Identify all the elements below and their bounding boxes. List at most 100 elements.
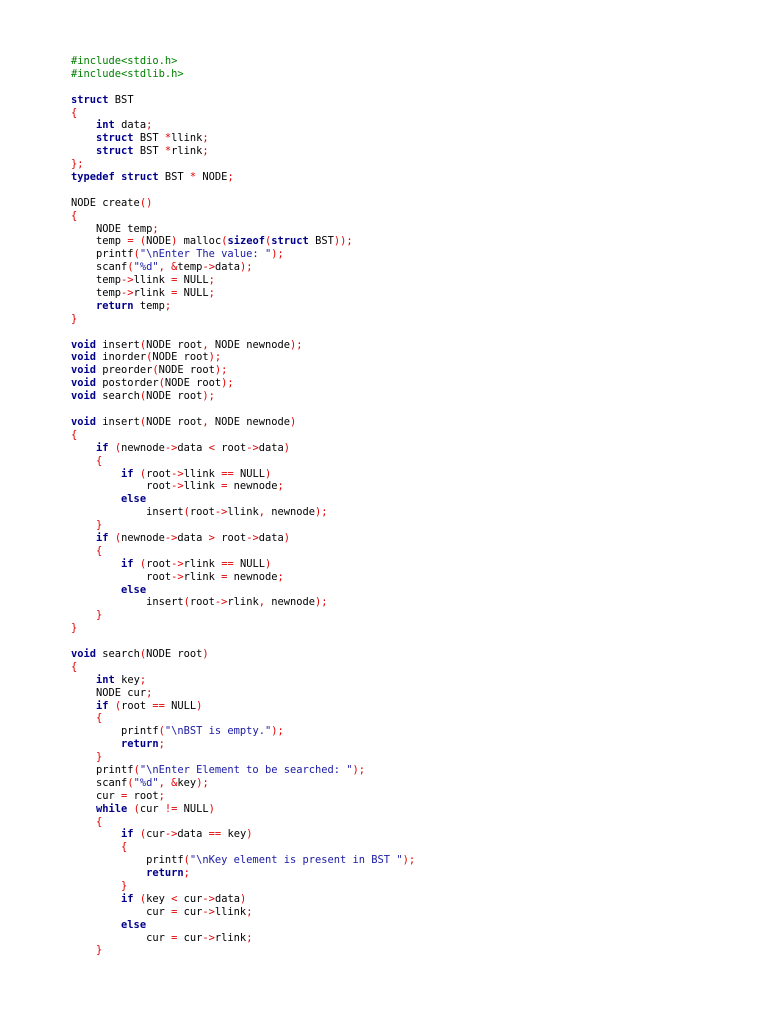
code-token: typedef <box>71 171 115 184</box>
code-token: NULL <box>233 467 265 480</box>
code-token: newnode <box>121 531 165 544</box>
code-token: postorder <box>96 377 159 390</box>
code-token: root <box>146 557 172 570</box>
code-token: if <box>96 699 109 712</box>
code-token: NODE newnode <box>208 415 290 428</box>
code-token: BST <box>108 93 134 106</box>
code-line: { <box>71 107 751 120</box>
code-token: -> <box>171 467 184 480</box>
code-line: } <box>71 313 751 326</box>
code-line: NODE cur; <box>71 687 751 700</box>
code-token: cur <box>177 892 203 905</box>
code-line: { <box>71 545 751 558</box>
code-line: struct BST *rlink; <box>71 145 751 158</box>
code-token: printf <box>71 725 159 738</box>
code-token: rlink <box>133 287 172 300</box>
code-token: ; <box>246 931 253 944</box>
code-token: sizeof <box>227 235 266 248</box>
code-line: void postorder(NODE root); <box>71 377 751 390</box>
code-token: }; <box>71 158 84 171</box>
code-token: temp <box>177 261 203 274</box>
code-token: -> <box>171 557 184 570</box>
code-line: NODE temp; <box>71 223 751 236</box>
code-token: llink <box>214 905 247 918</box>
code-line: { <box>71 661 751 674</box>
code-token: "\nKey element is present in BST " <box>189 854 403 867</box>
code-token: insert <box>96 415 140 428</box>
code-token: { <box>71 106 78 119</box>
code-line: { <box>71 816 751 829</box>
code-line: ​ <box>71 403 751 416</box>
code-token: ); <box>202 390 215 403</box>
code-line: ​ <box>71 184 751 197</box>
code-token: insert <box>71 596 184 609</box>
code-token: return <box>121 738 159 751</box>
code-token: cur <box>177 931 203 944</box>
code-token: { <box>121 841 128 854</box>
code-line: root->rlink = newnode; <box>71 571 751 584</box>
code-token: { <box>71 209 78 222</box>
code-token: scanf <box>71 776 128 789</box>
code-listing: #include<stdio.h>#include<stdlib.h>​stru… <box>71 55 751 957</box>
code-token: data <box>177 441 209 454</box>
code-token: root <box>189 596 215 609</box>
code-token: } <box>71 622 78 635</box>
code-token: data <box>258 531 284 544</box>
code-line: scanf("%d", &key); <box>71 777 751 790</box>
code-token: { <box>71 428 78 441</box>
code-token: ) <box>264 467 272 480</box>
code-token: data <box>177 828 209 841</box>
code-token: temp <box>133 299 165 312</box>
code-token: ); <box>208 351 222 364</box>
code-line: cur = cur->rlink; <box>71 932 751 945</box>
code-token: #include<stdio.h> <box>71 55 178 67</box>
code-token: root <box>146 467 172 480</box>
code-token: NODE root <box>146 390 203 403</box>
code-token: "%d" <box>133 776 159 789</box>
code-token: if <box>121 828 134 841</box>
code-token: ); <box>221 377 234 390</box>
code-token: cur <box>177 905 203 918</box>
code-token: newnode <box>121 441 165 454</box>
code-token: return <box>146 867 184 880</box>
code-token: root <box>71 570 172 583</box>
code-token: NULL <box>233 557 265 570</box>
code-line: insert(root->rlink, newnode); <box>71 596 751 609</box>
code-token: llink <box>171 132 203 145</box>
code-line: void search(NODE root) <box>71 648 751 661</box>
code-line: if (root == NULL) <box>71 700 751 713</box>
code-token: -> <box>121 287 134 300</box>
code-token: root <box>127 789 159 802</box>
code-token: NODE newnode <box>208 338 290 351</box>
code-token: int <box>96 119 115 132</box>
code-token: ; <box>277 480 284 493</box>
code-line: else <box>71 919 751 932</box>
code-line: void insert(NODE root, NODE newnode); <box>71 339 751 352</box>
code-token: printf <box>71 854 184 867</box>
code-token: ; <box>202 132 209 145</box>
code-token: } <box>96 609 103 622</box>
code-token: ); <box>214 364 228 377</box>
code-line: scanf("%d", &temp->data); <box>71 261 751 274</box>
code-token: if <box>121 467 134 480</box>
code-token: ); <box>402 854 416 867</box>
code-line: printf("\nBST is empty."); <box>71 725 751 738</box>
code-token: preorder <box>96 364 153 377</box>
code-token: == <box>152 699 165 712</box>
code-token: NODE root <box>146 647 203 660</box>
code-token: void <box>71 647 97 660</box>
code-token: cur <box>71 905 172 918</box>
code-token: "\nEnter Element to be searched: " <box>139 763 353 776</box>
code-token: insert <box>96 338 140 351</box>
code-token: void <box>71 351 97 364</box>
code-line: typedef struct BST * NODE; <box>71 171 751 184</box>
code-line: if (newnode->data < root->data) <box>71 442 751 455</box>
